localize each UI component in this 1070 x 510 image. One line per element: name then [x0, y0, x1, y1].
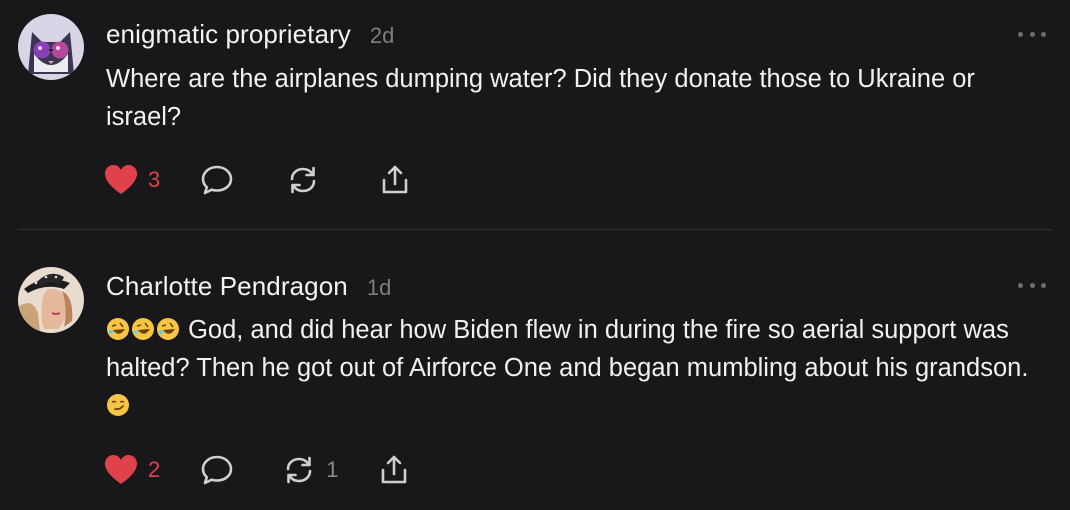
- repost-button[interactable]: [286, 163, 330, 197]
- timestamp: 1d: [366, 275, 392, 300]
- repost-icon: [286, 163, 320, 197]
- rolling-on-floor-laughing-emoji: [106, 316, 181, 344]
- like-button[interactable]: 3: [104, 164, 160, 196]
- repost-icon: [282, 453, 316, 487]
- comment-1: enigmatic proprietary 2d Where are the a…: [0, 0, 1070, 229]
- action-bar: 2 1: [104, 452, 411, 488]
- avatar[interactable]: [18, 267, 84, 333]
- share-button[interactable]: [377, 453, 411, 487]
- like-count: 2: [148, 457, 161, 482]
- comment-text: God, and did hear how Biden flew in duri…: [106, 311, 1040, 425]
- author-name[interactable]: Charlotte Pendragon: [106, 271, 348, 302]
- share-icon: [377, 453, 411, 487]
- repost-button[interactable]: 1: [282, 453, 339, 487]
- comment-header: Charlotte Pendragon 1d: [106, 271, 391, 302]
- comment-text: Where are the airplanes dumping water? D…: [106, 65, 975, 131]
- reply-button[interactable]: [200, 163, 234, 197]
- author-name[interactable]: enigmatic proprietary: [106, 19, 351, 50]
- action-bar: 3: [104, 162, 412, 198]
- comment-text-content: God, and did hear how Biden flew in duri…: [106, 316, 1029, 382]
- timestamp: 2d: [369, 23, 395, 48]
- comment-icon: [200, 163, 234, 197]
- smirking-face-emoji: [106, 392, 131, 420]
- more-icon[interactable]: [1018, 280, 1046, 290]
- heart-icon: [104, 164, 138, 196]
- comment-header: enigmatic proprietary 2d: [106, 19, 394, 50]
- repost-count: 1: [326, 457, 339, 482]
- reply-button[interactable]: [200, 453, 234, 487]
- like-count: 3: [148, 167, 161, 192]
- like-button[interactable]: 2: [104, 454, 160, 486]
- comment-icon: [200, 453, 234, 487]
- heart-icon: [104, 454, 138, 486]
- avatar[interactable]: [18, 14, 84, 80]
- comment-2: Charlotte Pendragon 1d God, and did hear…: [0, 230, 1070, 510]
- share-button[interactable]: [378, 163, 412, 197]
- more-icon[interactable]: [1018, 29, 1046, 39]
- share-icon: [378, 163, 412, 197]
